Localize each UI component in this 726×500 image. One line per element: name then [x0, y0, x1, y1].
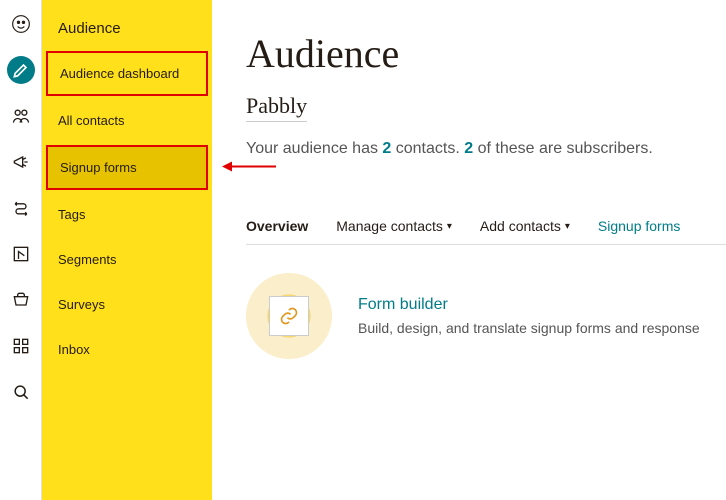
main-content: Audience Pabbly Your audience has 2 cont… [212, 0, 726, 500]
megaphone-icon[interactable] [7, 148, 35, 176]
logo-mailchimp-icon[interactable] [7, 10, 35, 38]
tab-add-contacts[interactable]: Add contacts ▾ [480, 218, 570, 234]
audience-name-dropdown[interactable]: Pabbly [246, 93, 307, 122]
card-text: Form builder Build, design, and translat… [358, 296, 700, 336]
content-icon[interactable] [7, 286, 35, 314]
tab-manage-contacts[interactable]: Manage contacts ▾ [336, 218, 452, 234]
sidebar-item-tags[interactable]: Tags [46, 194, 208, 235]
link-icon [269, 296, 309, 336]
sidebar-item-label: Signup forms [60, 160, 137, 175]
sidebar-title: Audience [42, 10, 212, 51]
audience-stats: Your audience has 2 contacts. 2 of these… [246, 140, 726, 158]
stats-text: of these are subscribers. [473, 140, 653, 157]
page-heading: Audience [246, 30, 726, 77]
tab-overview[interactable]: Overview [246, 218, 308, 234]
sidebar-item-surveys[interactable]: Surveys [46, 284, 208, 325]
chevron-down-icon: ▾ [565, 221, 570, 232]
contacts-icon[interactable] [7, 102, 35, 130]
website-icon[interactable] [7, 240, 35, 268]
tab-signup-forms[interactable]: Signup forms [598, 218, 680, 234]
apps-icon[interactable] [7, 332, 35, 360]
sidebar-item-all-contacts[interactable]: All contacts [46, 100, 208, 141]
form-builder-card[interactable]: Form builder Build, design, and translat… [246, 273, 726, 359]
pencil-icon[interactable] [7, 56, 35, 84]
card-description: Build, design, and translate signup form… [358, 320, 700, 336]
sidebar-item-segments[interactable]: Segments [46, 239, 208, 280]
tab-label: Add contacts [480, 218, 561, 234]
sidebar: Audience Audience dashboard All contacts… [42, 0, 212, 500]
form-builder-badge [246, 273, 332, 359]
card-title: Form builder [358, 296, 700, 314]
sidebar-item-audience-dashboard[interactable]: Audience dashboard [46, 51, 208, 96]
chevron-down-icon: ▾ [447, 221, 452, 232]
subscribers-count: 2 [464, 140, 473, 157]
search-icon[interactable] [7, 378, 35, 406]
automation-icon[interactable] [7, 194, 35, 222]
contacts-count: 2 [382, 140, 391, 157]
sidebar-item-inbox[interactable]: Inbox [46, 329, 208, 370]
stats-text: Your audience has [246, 140, 382, 157]
icon-sidebar [0, 0, 42, 500]
sidebar-item-signup-forms[interactable]: Signup forms [46, 145, 208, 190]
stats-text: contacts. [391, 140, 464, 157]
content-tabs: Overview Manage contacts▾ Add contacts▾ … [246, 218, 726, 245]
tab-label: Manage contacts [336, 218, 443, 234]
